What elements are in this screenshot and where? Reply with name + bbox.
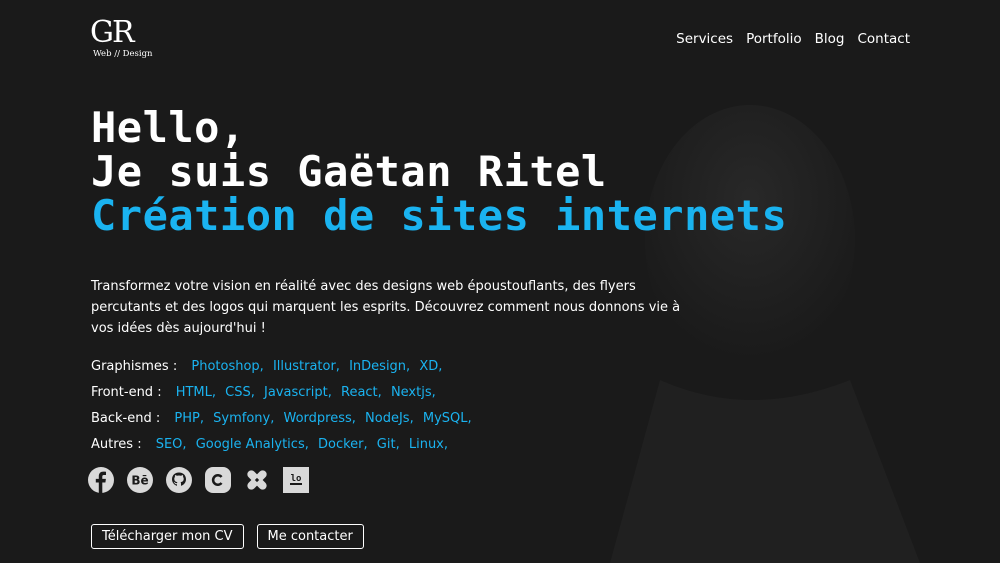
- main-nav: Services Portfolio Blog Contact: [676, 31, 910, 47]
- facebook-icon[interactable]: [88, 467, 114, 493]
- skill-label: Front-end :: [91, 385, 162, 400]
- skill-item: Photoshop,: [191, 359, 264, 374]
- skill-item: Javascript,: [264, 385, 332, 400]
- codinggame-icon[interactable]: lo: [283, 467, 309, 493]
- malt-icon[interactable]: [244, 467, 270, 493]
- skill-item: Git,: [376, 437, 400, 452]
- svg-text:lo: lo: [291, 474, 302, 484]
- nav-portfolio[interactable]: Portfolio: [746, 31, 802, 47]
- skill-item: CSS,: [225, 385, 255, 400]
- skill-item: Illustrator,: [272, 359, 340, 374]
- skill-label: Graphismes :: [91, 359, 178, 374]
- behance-icon[interactable]: Bē: [127, 467, 153, 493]
- download-cv-button[interactable]: Télécharger mon CV: [91, 524, 244, 549]
- skill-label: Autres :: [91, 437, 142, 452]
- skill-item: Linux,: [408, 437, 449, 452]
- skill-item: SEO,: [155, 437, 187, 452]
- skill-row-frontend: Front-end : HTML, CSS, Javascript, React…: [91, 384, 477, 410]
- logo[interactable]: GR Web // Design: [90, 15, 153, 60]
- nav-blog[interactable]: Blog: [815, 31, 845, 47]
- social-links: Bē lo: [88, 467, 309, 493]
- skill-label: Back-end :: [91, 411, 161, 426]
- skill-item: PHP,: [174, 411, 204, 426]
- intro-text: Transformez votre vision en réalité avec…: [91, 279, 681, 336]
- logo-subtitle: Web // Design: [93, 49, 153, 59]
- skill-item: MySQL,: [422, 411, 472, 426]
- site-header: GR Web // Design Services Portfolio Blog…: [0, 0, 1000, 80]
- skill-item: Google Analytics,: [195, 437, 309, 452]
- skill-item: Symfony,: [213, 411, 275, 426]
- skills-list: Graphismes : Photoshop, Illustrator, InD…: [91, 358, 477, 462]
- skill-row-graphismes: Graphismes : Photoshop, Illustrator, InD…: [91, 358, 477, 384]
- skill-item: InDesign,: [349, 359, 411, 374]
- github-icon[interactable]: [166, 467, 192, 493]
- skill-item: HTML,: [175, 385, 217, 400]
- cta-buttons: Télécharger mon CV Me contacter: [91, 524, 364, 549]
- nav-contact[interactable]: Contact: [857, 31, 910, 47]
- skill-item: XD,: [419, 359, 443, 374]
- hero-greeting: Hello,: [91, 103, 246, 152]
- nav-services[interactable]: Services: [676, 31, 733, 47]
- skill-item: React,: [341, 385, 382, 400]
- skill-item: Docker,: [317, 437, 368, 452]
- skill-item: Wordpress,: [283, 411, 356, 426]
- svg-text:Bē: Bē: [131, 474, 148, 488]
- codepen-icon[interactable]: [205, 467, 231, 493]
- skill-row-autres: Autres : SEO, Google Analytics, Docker, …: [91, 436, 477, 462]
- hero-title: Hello, Je suis Gaëtan Ritel Création de …: [91, 106, 787, 238]
- skill-row-backend: Back-end : PHP, Symfony, Wordpress, Node…: [91, 410, 477, 436]
- hero-tagline: Création de sites internets: [91, 191, 788, 240]
- skill-item: Nextjs,: [390, 385, 436, 400]
- logo-mark: GR: [90, 15, 135, 50]
- skill-item: NodeJs,: [365, 411, 414, 426]
- hero-name: Je suis Gaëtan Ritel: [91, 147, 607, 196]
- contact-button[interactable]: Me contacter: [256, 524, 364, 549]
